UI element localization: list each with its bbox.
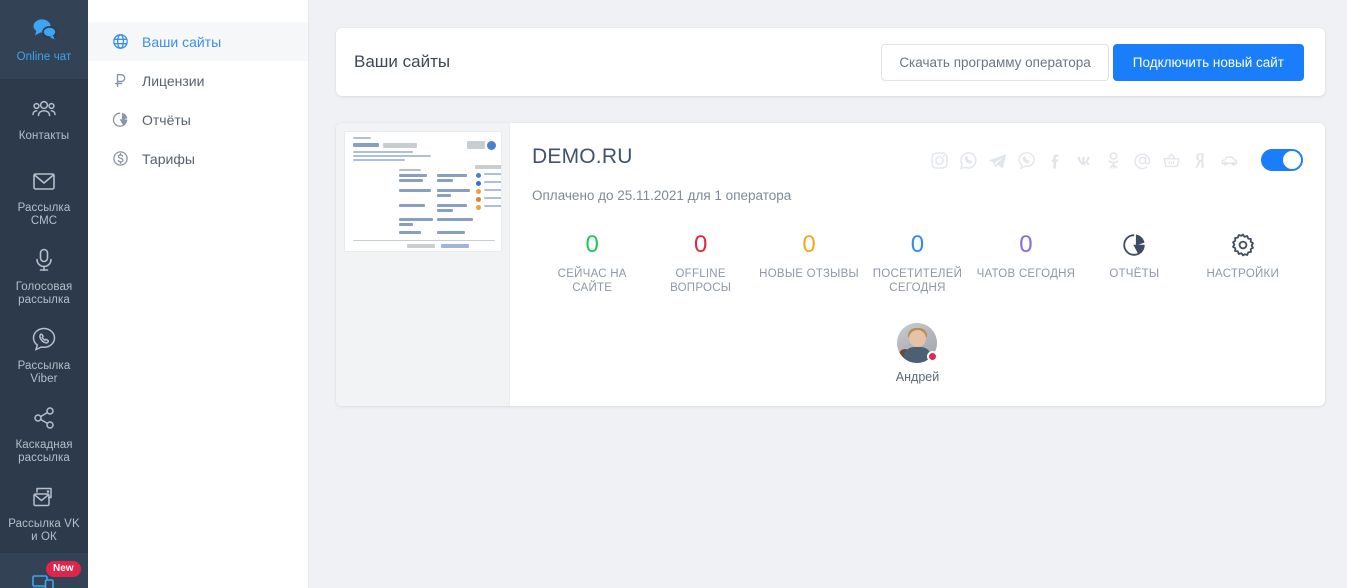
sidebar-item-label: Ваши сайты bbox=[142, 33, 222, 50]
avatar bbox=[897, 323, 939, 363]
site-enabled-toggle[interactable] bbox=[1261, 149, 1303, 171]
facebook-icon[interactable] bbox=[1046, 151, 1065, 170]
stat-now-on-site: 0 Сейчас на сайте bbox=[538, 231, 646, 295]
site-thumbnail[interactable] bbox=[336, 123, 510, 406]
nav-label: Контакты bbox=[18, 129, 70, 142]
stat-offline-questions: 0 Offline вопросы bbox=[646, 231, 754, 295]
nav-label: Рассылка Viber bbox=[17, 360, 71, 385]
stat-visitors-today: 0 Посетителей сегодня bbox=[863, 231, 971, 295]
nav-item-call-password[interactable]: New Call Password bbox=[0, 553, 88, 588]
nav-label: Каскадная рассылка bbox=[15, 439, 73, 464]
sidebar-item-tariffs[interactable]: Тарифы bbox=[88, 139, 308, 178]
toggle-knob bbox=[1283, 151, 1301, 169]
main-content: Ваши сайты Скачать программу оператора П… bbox=[308, 0, 1347, 588]
new-badge: New bbox=[46, 561, 81, 577]
site-details: DEMO.RU Оплачено до 25.11.2021 для 1 опе… bbox=[510, 123, 1325, 406]
nav-item-voice[interactable]: Голосовая рассылка bbox=[0, 237, 88, 316]
site-card: DEMO.RU Оплачено до 25.11.2021 для 1 опе… bbox=[336, 123, 1325, 406]
globe-icon bbox=[112, 33, 129, 50]
dollar-circle-icon bbox=[112, 150, 129, 167]
sidebar-item-label: Тарифы bbox=[142, 150, 195, 167]
sidebar-item-reports[interactable]: Отчёты bbox=[88, 100, 308, 139]
microphone-icon bbox=[30, 246, 58, 274]
mail-stack-icon bbox=[30, 483, 58, 511]
page-header-panel: Ваши сайты Скачать программу оператора П… bbox=[336, 28, 1325, 96]
avito-basket-icon[interactable] bbox=[1162, 151, 1181, 170]
gear-icon bbox=[1230, 231, 1256, 259]
site-paid-until: Оплачено до 25.11.2021 для 1 оператора bbox=[532, 188, 792, 203]
page-title: Ваши сайты bbox=[354, 52, 451, 71]
stat-value: 0 bbox=[910, 231, 925, 258]
site-reports-action[interactable]: Отчёты bbox=[1080, 231, 1188, 295]
stat-label: Посетителей сегодня bbox=[872, 268, 963, 294]
social-channels-row bbox=[930, 145, 1303, 171]
status-badge bbox=[927, 351, 939, 362]
instagram-icon[interactable] bbox=[930, 151, 949, 170]
nav-item-cascade[interactable]: Каскадная рассылка bbox=[0, 395, 88, 474]
site-settings-action[interactable]: Настройки bbox=[1189, 231, 1297, 295]
sidebar-item-label: Отчёты bbox=[142, 111, 191, 128]
stat-label: Новые отзывы bbox=[759, 268, 859, 280]
stat-label: Настройки bbox=[1206, 268, 1279, 280]
stat-new-reviews: 0 Новые отзывы bbox=[755, 231, 863, 295]
sidebar-item-label: Лицензии bbox=[142, 72, 205, 89]
site-stats-row: 0 Сейчас на сайте 0 Offline вопросы 0 Но… bbox=[532, 231, 1303, 295]
nav-label: Online чат bbox=[16, 50, 72, 63]
connect-new-site-button[interactable]: Подключить новый сайт bbox=[1112, 43, 1304, 81]
header-actions: Скачать программу оператора Подключить н… bbox=[881, 43, 1304, 81]
contacts-icon bbox=[30, 95, 58, 123]
download-operator-app-button[interactable]: Скачать программу оператора bbox=[881, 43, 1109, 81]
email-at-icon[interactable] bbox=[1133, 151, 1152, 170]
stat-label: Offline вопросы bbox=[670, 268, 732, 294]
nav-label: Рассылка СМС bbox=[17, 202, 71, 227]
odnoklassniki-icon[interactable] bbox=[1104, 151, 1123, 170]
yandex-icon[interactable] bbox=[1191, 151, 1210, 170]
ruble-icon bbox=[112, 72, 129, 89]
stat-label: Отчёты bbox=[1109, 268, 1160, 280]
operator-item[interactable]: Андрей bbox=[896, 323, 939, 384]
envelope-icon bbox=[30, 167, 58, 195]
secondary-sidebar: Ваши сайты Лицензии Отчёты Тарифы bbox=[88, 0, 308, 588]
share-nodes-icon bbox=[30, 404, 58, 432]
stat-value: 0 bbox=[585, 231, 599, 258]
viber-icon[interactable] bbox=[1017, 151, 1036, 170]
sidebar-item-licenses[interactable]: Лицензии bbox=[88, 61, 308, 100]
operators-row: Андрей bbox=[532, 323, 1303, 384]
stat-chats-today: 0 Чатов сегодня bbox=[972, 231, 1080, 295]
stat-label: Сейчас на сайте bbox=[557, 268, 627, 294]
site-info-block: DEMO.RU Оплачено до 25.11.2021 для 1 опе… bbox=[532, 145, 791, 203]
pie-chart-icon bbox=[1121, 231, 1147, 259]
sidebar-item-your-sites[interactable]: Ваши сайты bbox=[88, 22, 308, 61]
telegram-icon[interactable] bbox=[988, 151, 1007, 170]
nav-item-vk-ok[interactable]: Рассылка VK и ОК bbox=[0, 474, 88, 553]
operator-name: Андрей bbox=[895, 370, 940, 384]
pie-chart-icon bbox=[112, 111, 129, 128]
site-header-row: DEMO.RU Оплачено до 25.11.2021 для 1 опе… bbox=[532, 145, 1303, 203]
chat-bubbles-icon bbox=[30, 16, 58, 44]
site-name: DEMO.RU bbox=[532, 145, 633, 168]
stat-value: 0 bbox=[802, 231, 816, 258]
nav-label: Голосовая рассылка bbox=[15, 281, 73, 306]
nav-item-sms[interactable]: Рассылка СМС bbox=[0, 158, 88, 237]
app-root: Online чат Контакты Рассылка СМС Голосов… bbox=[0, 0, 1347, 588]
nav-label: Рассылка VK и ОК bbox=[8, 518, 80, 543]
whatsapp-icon[interactable] bbox=[959, 151, 978, 170]
stat-value: 0 bbox=[1019, 231, 1033, 258]
auto-car-icon[interactable] bbox=[1220, 151, 1239, 170]
nav-item-viber[interactable]: Рассылка Viber bbox=[0, 316, 88, 395]
stat-label: Чатов сегодня bbox=[976, 268, 1076, 280]
vk-icon[interactable] bbox=[1075, 151, 1094, 170]
viber-icon bbox=[30, 325, 58, 353]
stat-value: 0 bbox=[693, 231, 708, 258]
nav-item-contacts[interactable]: Контакты bbox=[0, 79, 88, 158]
site-preview-image bbox=[344, 131, 502, 252]
nav-item-online-chat[interactable]: Online чат bbox=[0, 0, 88, 79]
primary-sidebar: Online чат Контакты Рассылка СМС Голосов… bbox=[0, 0, 88, 588]
